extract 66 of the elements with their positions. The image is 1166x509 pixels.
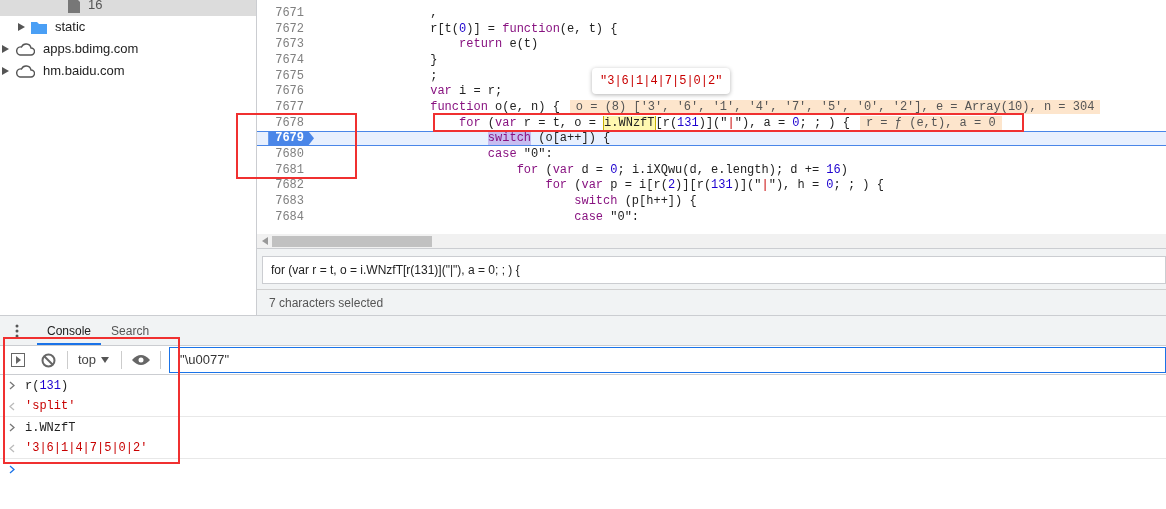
line-number[interactable]: 7681	[275, 161, 314, 178]
filter-field[interactable]: "\u0077"	[169, 347, 1166, 373]
cloud-icon	[15, 64, 35, 78]
code-line: function o(e, n) {	[429, 99, 560, 114]
context-dropdown[interactable]: top	[78, 350, 110, 370]
code-line: r[t(0)] = function(e, t) {	[429, 21, 618, 36]
file-icon	[68, 0, 80, 13]
tree-label: hm.baidu.com	[43, 62, 125, 81]
line-number[interactable]: 7680	[275, 146, 314, 162]
horizontal-scrollbar[interactable]	[257, 234, 1166, 248]
code-line: switch (p[h++]) {	[573, 194, 697, 209]
inline-value: r = ƒ (e,t), a = 0	[859, 115, 1002, 130]
code-line: case "0":	[573, 209, 640, 224]
sidebar-toggle-icon[interactable]	[11, 353, 25, 367]
code-line: for (var p = i[r(2)][r(131)]("|"), h = 0; ; ) {	[544, 178, 884, 193]
line-number[interactable]: 7679	[268, 131, 314, 146]
code-line: for (var r = t, o = i.WNzfT[r(131)]("|"), a = 0; ; ) {	[458, 115, 850, 130]
tree-label: static	[55, 18, 86, 37]
code-line: }	[429, 52, 438, 67]
line-number[interactable]: 7678	[275, 114, 314, 131]
code-line: ,	[429, 5, 438, 20]
line-number[interactable]: 7674	[275, 52, 314, 68]
line-number[interactable]: 7676	[275, 83, 314, 100]
code-line: case "0":	[486, 147, 553, 162]
tree-label: apps.bdimg.com	[43, 40, 139, 59]
caret-icon	[101, 357, 110, 363]
line-number[interactable]: 7684	[275, 208, 314, 225]
clear-console-icon[interactable]	[41, 352, 56, 368]
drawer-tab[interactable]: Search	[101, 316, 160, 345]
line-number[interactable]: 7673	[275, 36, 314, 53]
code-line: for (var d = 0; i.iXQwu(d, e.length); d += 16)	[515, 162, 848, 177]
selection-text-field[interactable]: for (var r = t, o = i.WNzfT[r(131)]("|"), a = 0; ; ) {	[262, 256, 1166, 284]
code-line: switch (o[a++]) {	[486, 131, 611, 146]
console-command: r(131)	[25, 377, 69, 395]
tree-item[interactable]: static	[0, 16, 256, 38]
cloud-icon	[15, 42, 35, 56]
console-result: 'split'	[25, 398, 76, 415]
input-prompt-icon	[9, 423, 15, 432]
line-number[interactable]: 7677	[275, 99, 314, 115]
inline-value: o = (8) ['3', '6', '1', '4', '7', '5', '0', '2'], e = Array(10), n = 304	[569, 99, 1101, 114]
line-number[interactable]: 7671	[275, 5, 314, 21]
line-number[interactable]: 7683	[275, 193, 314, 209]
code-line: var i = r;	[429, 84, 503, 99]
eye-icon[interactable]	[132, 354, 151, 366]
drawer-tab[interactable]: Console	[37, 316, 102, 345]
console-result: '3|6|1|4|7|5|0|2'	[25, 440, 148, 457]
status-text: 7 characters selected	[269, 294, 384, 312]
console-prompt-icon[interactable]	[9, 464, 15, 474]
value-tooltip: "3|6|1|4|7|5|0|2"	[592, 68, 731, 94]
expand-arrow-icon[interactable]	[18, 23, 25, 31]
line-number[interactable]: 7675	[275, 67, 314, 84]
expand-arrow-icon[interactable]	[2, 67, 9, 75]
folder-icon	[31, 20, 47, 34]
line-number[interactable]: 7672	[275, 20, 314, 37]
line-number[interactable]: 7682	[275, 177, 314, 194]
console-command: i.WNzfT	[25, 419, 76, 437]
more-options-icon[interactable]	[15, 323, 19, 338]
tree-item[interactable]: apps.bdimg.com	[0, 38, 256, 60]
scrollbar-thumb[interactable]	[272, 235, 432, 247]
tree-item[interactable]: hm.baidu.com	[0, 60, 256, 82]
input-prompt-icon	[9, 381, 15, 390]
code-line: ;	[429, 68, 438, 83]
tree-label: 16	[88, 0, 103, 15]
code-line: return e(t)	[458, 37, 539, 52]
expand-arrow-icon[interactable]	[2, 45, 9, 53]
tree-item[interactable]: 16	[0, 0, 256, 16]
